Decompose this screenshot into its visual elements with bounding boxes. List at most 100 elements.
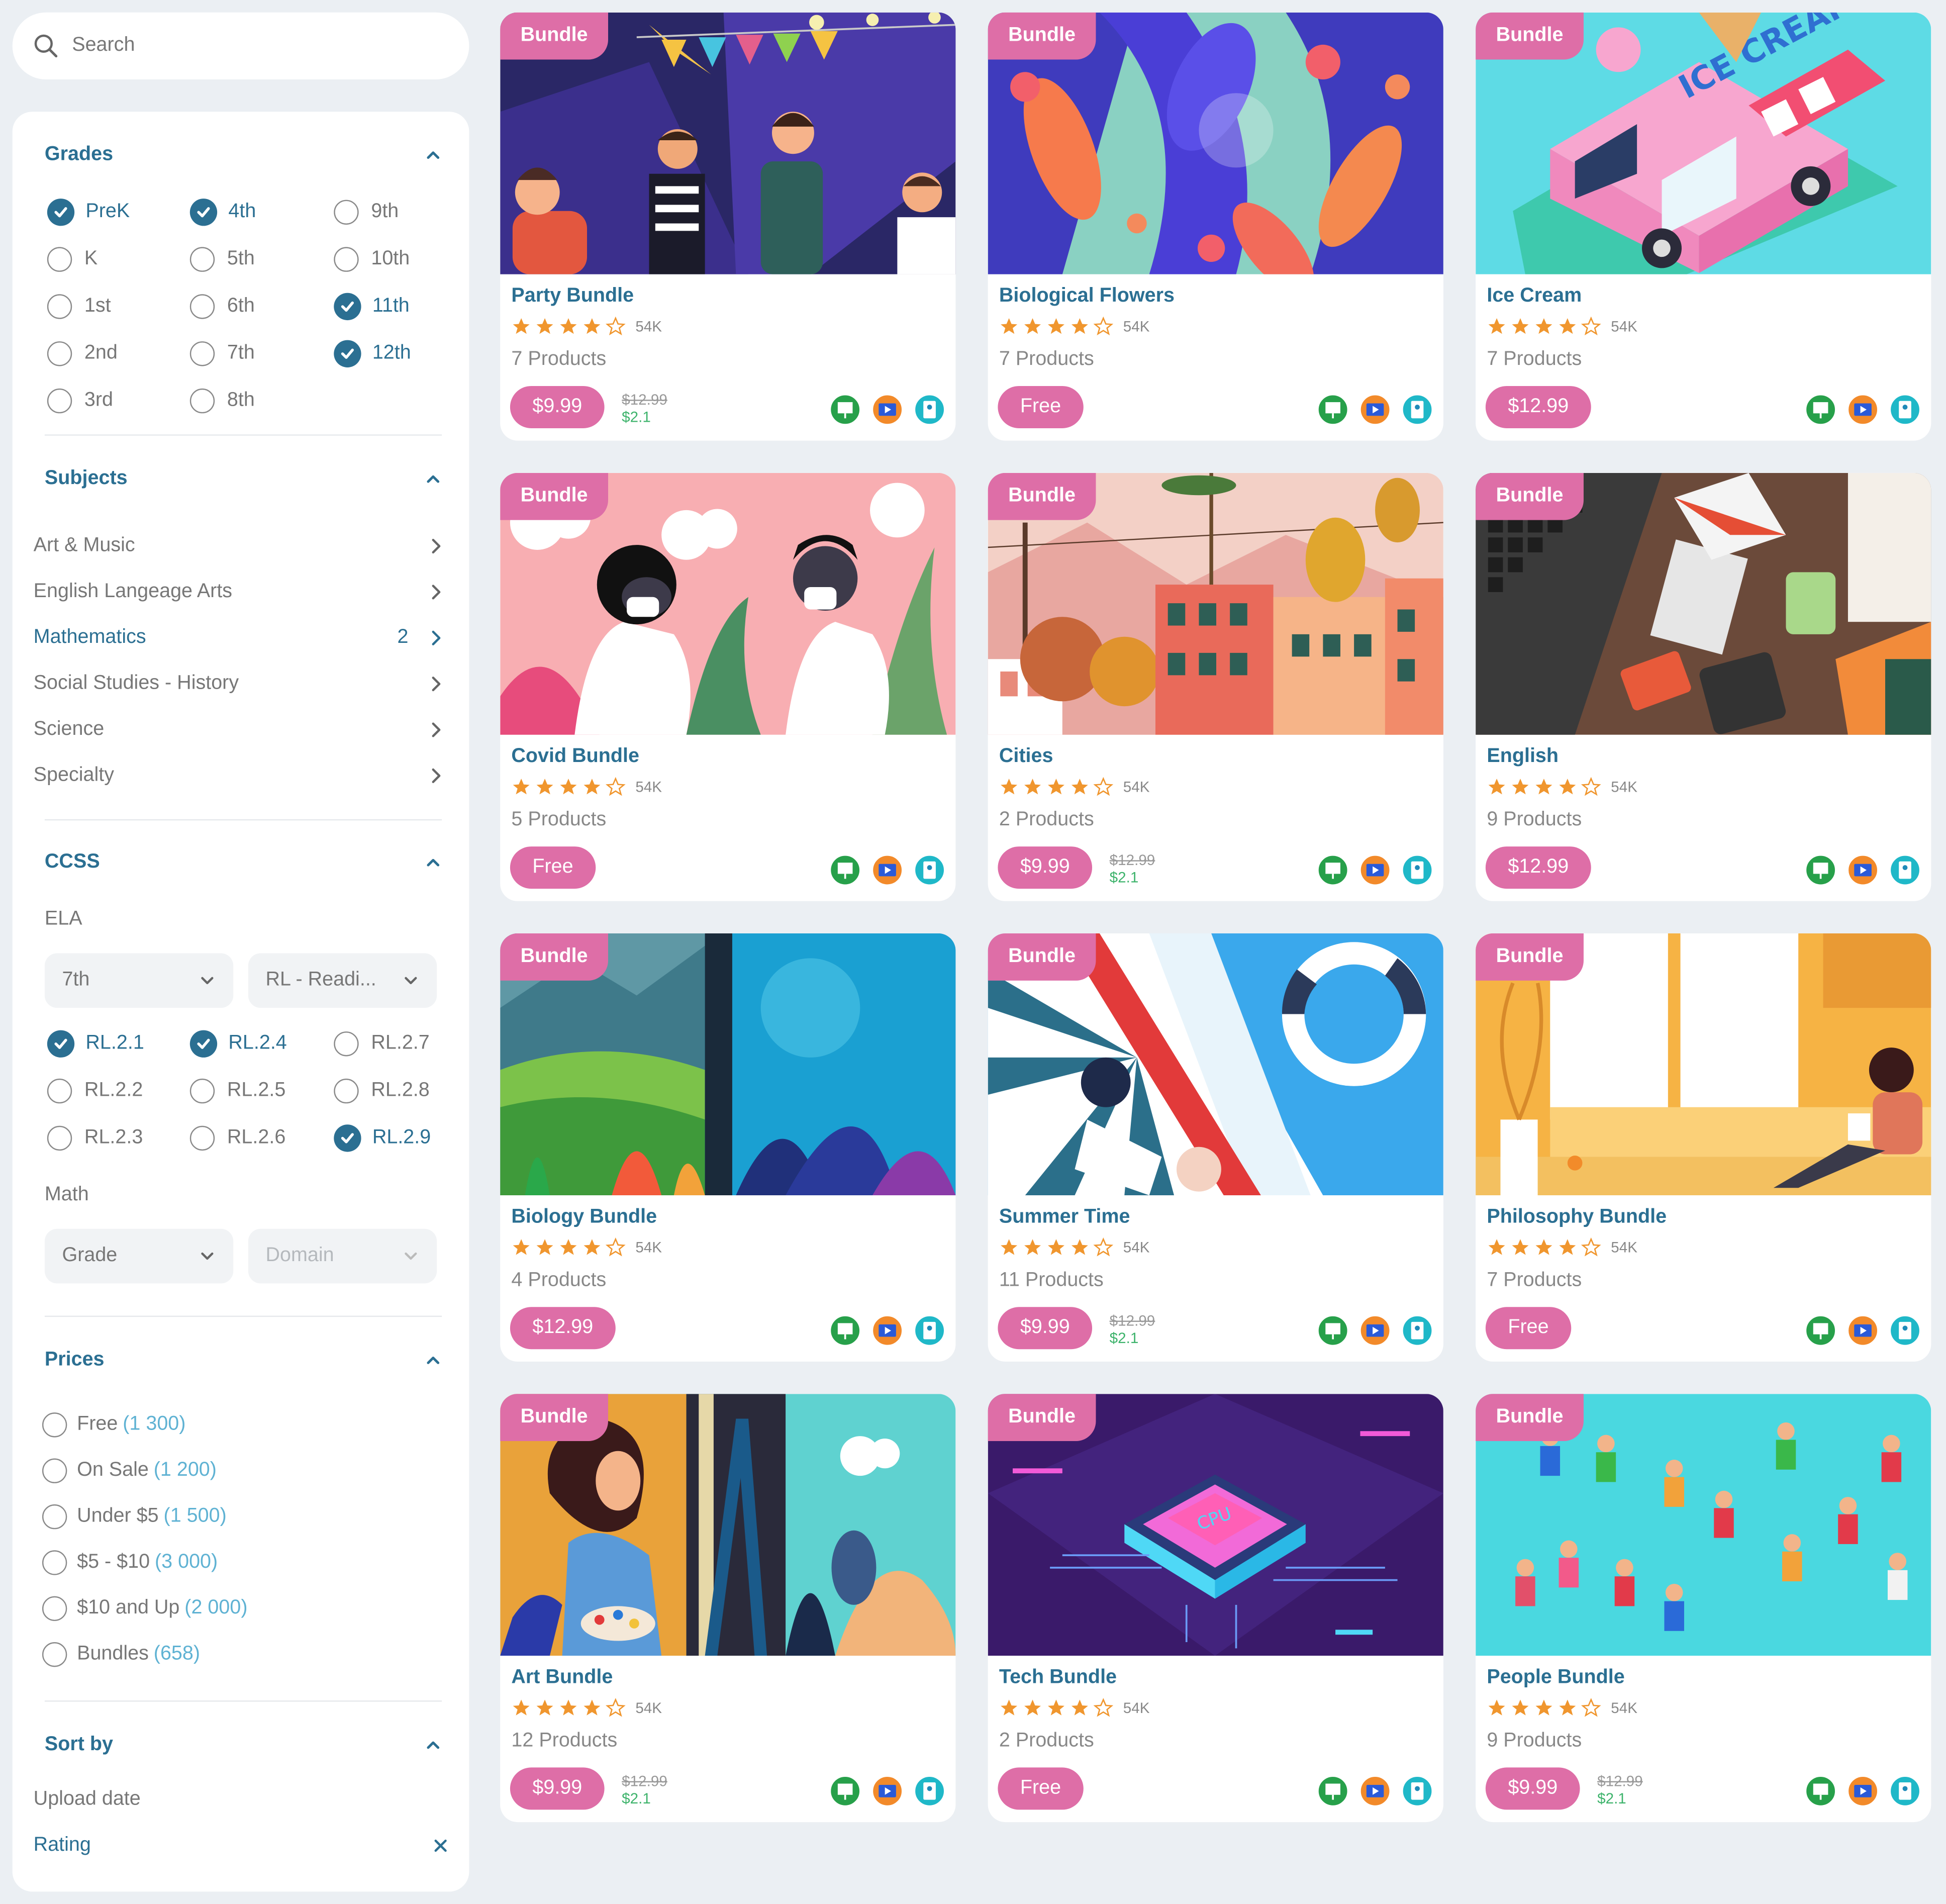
- standard-option[interactable]: RL.2.6: [189, 1124, 334, 1152]
- card-title[interactable]: Cities: [999, 746, 1053, 768]
- product-card[interactable]: Bundle Art Bundle 54K 12 Products $9.99 …: [500, 1394, 956, 1823]
- standard-option[interactable]: RL.2.1: [47, 1030, 190, 1058]
- checkbox-unchecked[interactable]: [189, 388, 215, 414]
- card-title[interactable]: Biological Flowers: [999, 285, 1175, 308]
- card-title[interactable]: Covid Bundle: [511, 746, 639, 768]
- checkbox-unchecked[interactable]: [334, 247, 359, 272]
- grade-option[interactable]: 1st: [47, 293, 190, 320]
- price-option[interactable]: Free (1 300): [42, 1412, 185, 1438]
- price-button[interactable]: $9.99: [510, 1767, 605, 1810]
- subject-item[interactable]: Art & Music: [34, 534, 443, 558]
- checkbox-unchecked[interactable]: [334, 1031, 359, 1057]
- checkbox-unchecked[interactable]: [47, 1125, 72, 1151]
- subject-item[interactable]: English Langeage Arts: [34, 580, 443, 604]
- product-card[interactable]: CPU Bundle Tech Bundle 54K 2 Products Fr…: [988, 1394, 1443, 1823]
- checkbox-unchecked[interactable]: [189, 1078, 215, 1104]
- subject-item[interactable]: Science: [34, 717, 443, 742]
- card-title[interactable]: English: [1487, 746, 1559, 768]
- price-button[interactable]: $9.99: [510, 386, 605, 428]
- sort-option[interactable]: Rating: [34, 1835, 449, 1857]
- price-option[interactable]: On Sale (1 200): [42, 1458, 217, 1483]
- checkbox-checked[interactable]: [189, 199, 218, 226]
- card-title[interactable]: Party Bundle: [511, 285, 634, 308]
- grade-option[interactable]: 9th: [334, 199, 456, 226]
- checkbox-checked[interactable]: [334, 293, 361, 321]
- product-card[interactable]: Bundle Covid Bundle 54K 5 Products Free: [500, 472, 956, 901]
- checkbox-checked[interactable]: [47, 1030, 75, 1058]
- grade-option[interactable]: PreK: [47, 199, 190, 226]
- grade-option[interactable]: 5th: [189, 246, 334, 273]
- price-button[interactable]: $9.99: [998, 1307, 1093, 1350]
- standard-option[interactable]: RL.2.5: [189, 1077, 334, 1104]
- checkbox-unchecked[interactable]: [334, 200, 359, 225]
- price-button[interactable]: $12.99: [1485, 846, 1591, 889]
- price-button[interactable]: $12.99: [1485, 386, 1591, 428]
- radio-button[interactable]: [42, 1412, 67, 1438]
- radio-button[interactable]: [42, 1642, 67, 1667]
- grade-option[interactable]: K: [47, 246, 190, 273]
- search-input[interactable]: [69, 33, 447, 59]
- radio-button[interactable]: [42, 1504, 67, 1530]
- grade-option[interactable]: 11th: [334, 293, 456, 321]
- grade-option[interactable]: 4th: [189, 199, 334, 226]
- product-card[interactable]: Bundle Party Bundle 54K 7 Products $9.99…: [500, 12, 956, 441]
- price-button[interactable]: $9.99: [1485, 1767, 1580, 1810]
- card-title[interactable]: Art Bundle: [511, 1667, 613, 1689]
- price-button[interactable]: Free: [998, 386, 1084, 428]
- price-button[interactable]: Free: [510, 846, 596, 889]
- price-option[interactable]: Bundles (658): [42, 1642, 200, 1667]
- card-title[interactable]: Tech Bundle: [999, 1667, 1117, 1689]
- prices-header[interactable]: Prices: [45, 1346, 442, 1375]
- card-title[interactable]: Biology Bundle: [511, 1206, 657, 1228]
- price-button[interactable]: Free: [1485, 1307, 1572, 1350]
- product-card[interactable]: Bundle Summer Time 54K 11 Products $9.99…: [988, 933, 1443, 1362]
- price-button[interactable]: Free: [998, 1767, 1084, 1810]
- grade-option[interactable]: 8th: [189, 387, 334, 414]
- standard-option[interactable]: RL.2.4: [189, 1030, 334, 1058]
- checkbox-unchecked[interactable]: [47, 388, 72, 414]
- ela-grade-select[interactable]: 7th: [44, 953, 234, 1008]
- standard-option[interactable]: RL.2.7: [334, 1030, 456, 1058]
- grade-option[interactable]: 6th: [189, 293, 334, 320]
- standard-option[interactable]: RL.2.3: [47, 1124, 190, 1152]
- checkbox-unchecked[interactable]: [47, 1078, 72, 1104]
- grade-option[interactable]: 3rd: [47, 387, 190, 414]
- sort-header[interactable]: Sort by: [45, 1730, 442, 1760]
- checkbox-unchecked[interactable]: [189, 1125, 215, 1151]
- grades-header[interactable]: Grades: [45, 140, 442, 170]
- grade-option[interactable]: 10th: [334, 246, 456, 273]
- checkbox-checked[interactable]: [334, 340, 361, 367]
- price-option[interactable]: $10 and Up (2 000): [42, 1596, 247, 1622]
- sort-option[interactable]: Upload date: [34, 1788, 449, 1811]
- subject-item[interactable]: Social Studies - History: [34, 672, 443, 696]
- checkbox-unchecked[interactable]: [47, 341, 72, 366]
- radio-button[interactable]: [42, 1550, 67, 1575]
- checkbox-checked[interactable]: [189, 1030, 218, 1058]
- card-title[interactable]: People Bundle: [1487, 1667, 1624, 1689]
- search-bar[interactable]: [12, 12, 469, 80]
- checkbox-checked[interactable]: [334, 1124, 361, 1152]
- card-title[interactable]: Summer Time: [999, 1206, 1130, 1228]
- subject-item[interactable]: Specialty: [34, 764, 443, 788]
- product-card[interactable]: Bundle Biological Flowers 54K 7 Products…: [988, 12, 1443, 441]
- card-title[interactable]: Philosophy Bundle: [1487, 1206, 1667, 1228]
- grade-option[interactable]: 2nd: [47, 340, 190, 367]
- checkbox-unchecked[interactable]: [189, 341, 215, 366]
- standard-option[interactable]: RL.2.2: [47, 1077, 190, 1104]
- math-domain-select[interactable]: Domain: [248, 1228, 437, 1284]
- subjects-header[interactable]: Subjects: [45, 464, 442, 494]
- checkbox-unchecked[interactable]: [189, 247, 215, 272]
- product-card[interactable]: Bundle Philosophy Bundle 54K 7 Products …: [1476, 933, 1931, 1362]
- product-card[interactable]: Bundle People Bundle 54K 9 Products $9.9…: [1476, 1394, 1931, 1823]
- checkbox-unchecked[interactable]: [334, 1078, 359, 1104]
- standard-option[interactable]: RL.2.9: [334, 1124, 456, 1152]
- checkbox-unchecked[interactable]: [47, 294, 72, 319]
- standard-option[interactable]: RL.2.8: [334, 1077, 456, 1104]
- checkbox-unchecked[interactable]: [189, 294, 215, 319]
- price-option[interactable]: $5 - $10 (3 000): [42, 1550, 218, 1575]
- product-card[interactable]: ICE CREAM Bundle Ice Cream 54K 7 Product…: [1476, 12, 1931, 441]
- subject-item[interactable]: Mathematics 2: [34, 626, 443, 650]
- radio-button[interactable]: [42, 1458, 67, 1483]
- close-icon[interactable]: [432, 1837, 449, 1855]
- price-option[interactable]: Under $5 (1 500): [42, 1504, 227, 1530]
